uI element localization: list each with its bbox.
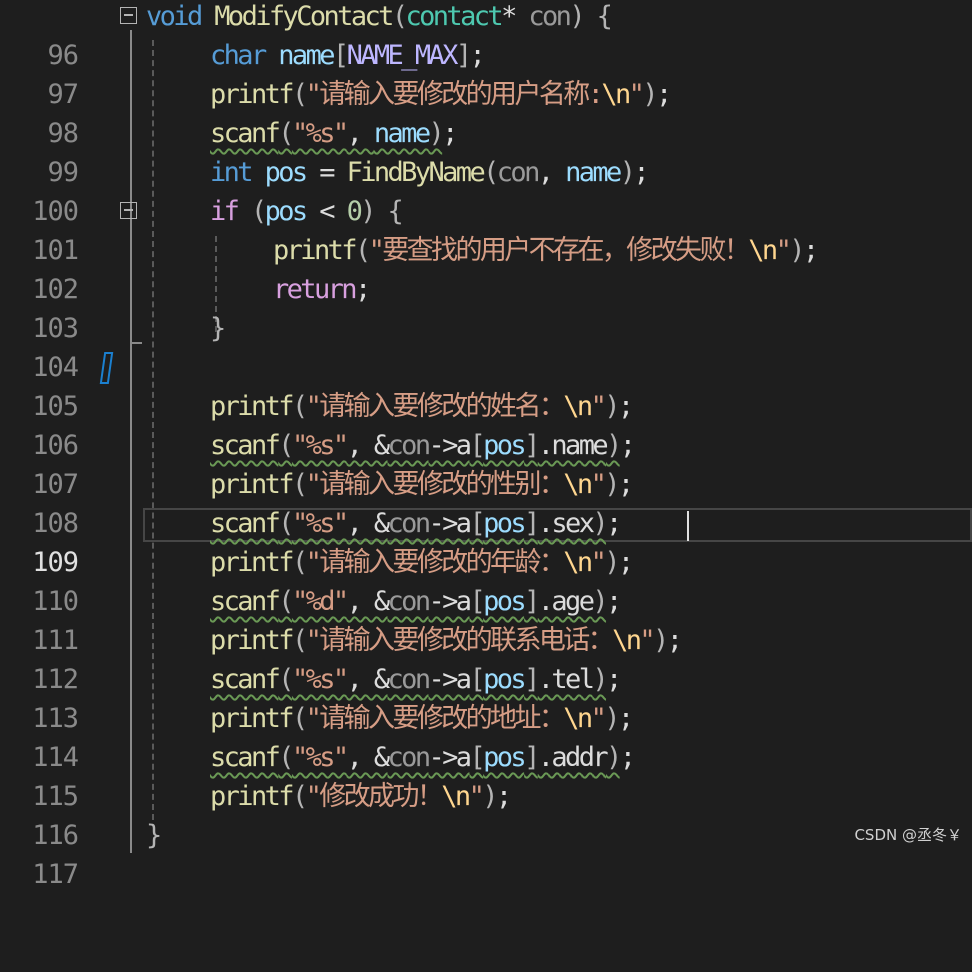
text-caret [687,511,689,541]
code-text: printf("修改成功！\n"); [210,781,512,812]
fold-collapse-icon[interactable] [120,7,137,24]
code-line[interactable]: 103 return; [0,270,972,344]
code-text: printf("请输入要修改的用户名称:\n"); [210,79,672,110]
code-line[interactable]: 106 printf("请输入要修改的姓名：\n"); [0,387,972,461]
code-text: } [146,820,162,851]
code-text: scanf("%s", &con->a[pos].addr); [210,742,636,773]
code-line[interactable]: 99 scanf("%s", name); [0,114,972,188]
code-text: printf("要查找的用户不存在，修改失败！\n"); [273,235,819,266]
code-text: int pos = FindByName(con, name); [210,157,650,188]
code-line[interactable]: 100 int pos = FindByName(con, name); [0,153,972,227]
code-line[interactable]: 116 printf("修改成功！\n"); [0,777,972,851]
code-text: if (pos < 0) { [210,196,404,227]
fold-collapse-icon[interactable] [120,202,137,219]
code-line[interactable]: 102 printf("要查找的用户不存在，修改失败！\n"); [0,231,972,305]
code-editor[interactable]: 96 void ModifyContact(contact* con) { 97… [0,0,972,890]
code-text: char name[NAME_MAX]; [210,40,486,71]
code-line[interactable]: 107 scanf("%s", &con->a[pos].name); [0,426,972,500]
line-number: 117 [32,859,79,890]
code-line[interactable]: 115 scanf("%s", &con->a[pos].addr); [0,738,972,812]
code-text: scanf("%s", &con->a[pos].tel); [210,664,622,695]
code-text: printf("请输入要修改的性别：\n"); [210,469,634,500]
code-line[interactable]: 101 if (pos < 0) { [0,192,972,266]
code-line[interactable]: 108 printf("请输入要修改的性别：\n"); [0,465,972,539]
code-text: printf("请输入要修改的联系电话：\n"); [210,625,683,656]
code-line[interactable]: 98 printf("请输入要修改的用户名称:\n"); [0,75,972,149]
code-line[interactable]: 117 } [0,816,972,890]
code-text: printf("请输入要修改的年龄：\n"); [210,547,634,578]
code-line[interactable]: 112 printf("请输入要修改的联系电话：\n"); [0,621,972,695]
code-text: printf("请输入要修改的地址：\n"); [210,703,634,734]
code-text: printf("请输入要修改的姓名：\n"); [210,391,634,422]
code-line[interactable]: 104 } [0,309,972,383]
code-text: void ModifyContact(contact* con) { [146,1,613,32]
code-text: scanf("%s", name); [210,118,458,149]
code-text: scanf("%d", &con->a[pos].age); [210,586,622,617]
code-text: return; [273,274,371,305]
code-line[interactable]: 113 scanf("%s", &con->a[pos].tel); [0,660,972,734]
code-line[interactable]: 105 [0,348,972,422]
code-line[interactable]: 97 char name[NAME_MAX]; [0,36,972,110]
code-line[interactable]: 110 printf("请输入要修改的年龄：\n"); [0,543,972,617]
code-line-current[interactable]: 109 scanf("%s", &con->a[pos].sex); [0,504,972,578]
code-line[interactable]: 114 printf("请输入要修改的地址：\n"); [0,699,972,773]
watermark: CSDN @丞冬￥ [854,826,962,844]
code-line[interactable]: 111 scanf("%d", &con->a[pos].age); [0,582,972,656]
code-line[interactable]: 96 void ModifyContact(contact* con) { [0,0,972,71]
code-text: } [210,313,226,344]
code-text: scanf("%s", &con->a[pos].name); [210,430,636,461]
code-text: scanf("%s", &con->a[pos].sex); [210,508,622,539]
